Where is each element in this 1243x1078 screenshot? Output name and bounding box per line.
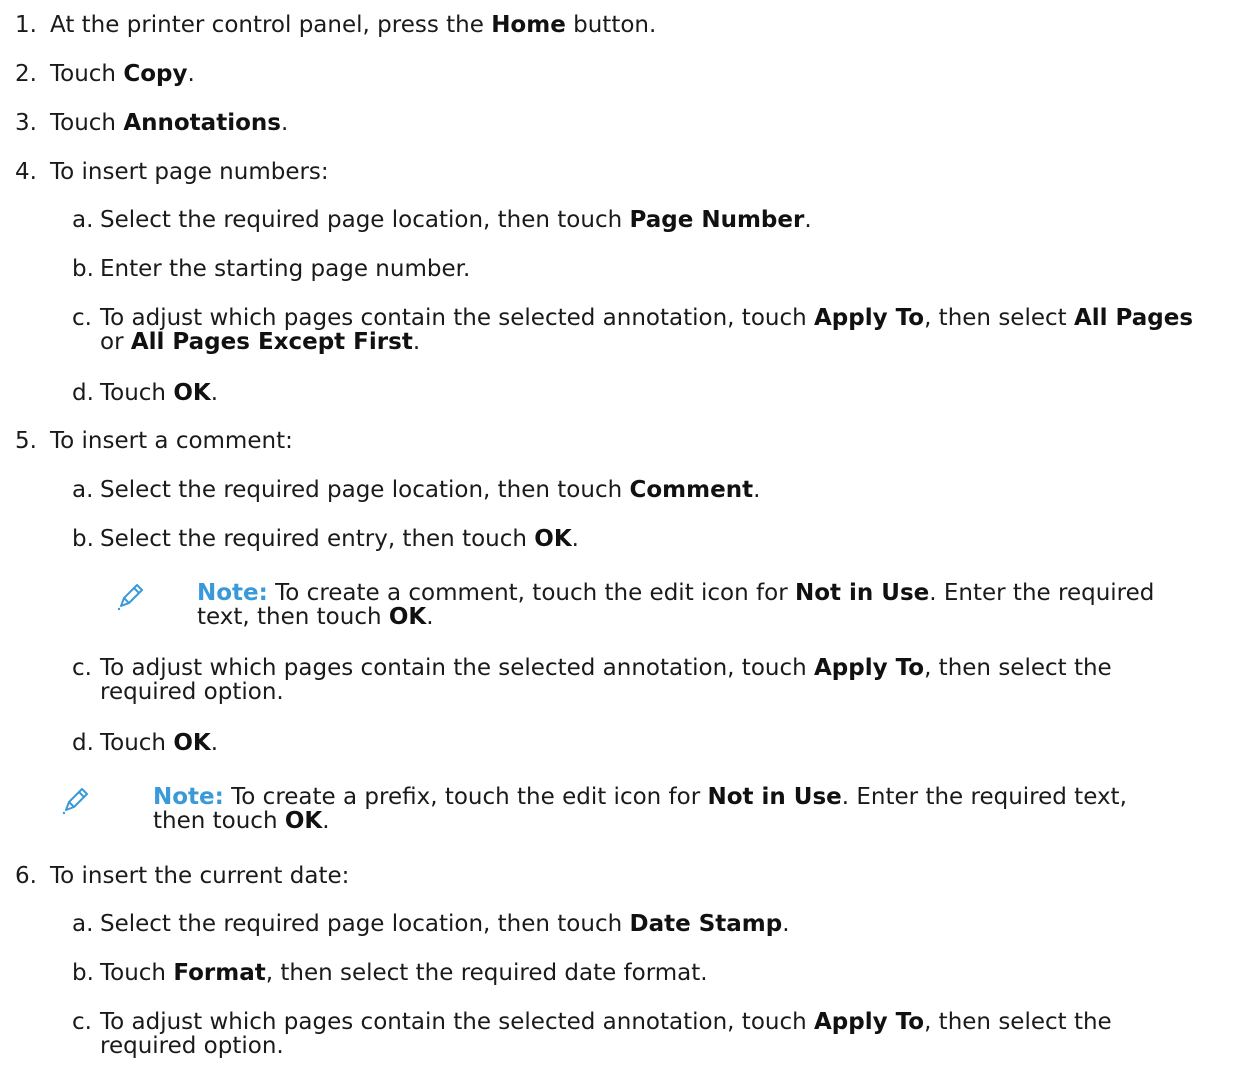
text: then touch <box>153 808 285 834</box>
text: Touch <box>50 61 124 87</box>
step-text: Touch Annotations. <box>50 108 288 138</box>
text: or <box>100 329 131 355</box>
ui-term: All Pages Except First <box>130 329 413 355</box>
substep-letter: c. <box>72 305 92 331</box>
text: . <box>280 110 289 136</box>
ui-term: OK <box>284 808 323 834</box>
text: , then select the <box>924 1009 1112 1035</box>
substep-letter: a. <box>72 477 94 503</box>
text: Select the required page location, then … <box>100 911 630 937</box>
text: Touch <box>100 730 174 756</box>
substep-text-line-2: required option. <box>100 679 284 705</box>
substep-text-line-2: required option. <box>100 1033 284 1059</box>
text: At the printer control panel, press the <box>50 12 492 38</box>
step-number: 2. <box>15 61 37 87</box>
text: . <box>412 329 421 355</box>
step-number: 1. <box>15 12 37 38</box>
pencil-icon <box>117 584 143 611</box>
text: Select the required entry, then touch <box>100 526 535 552</box>
text: Select the required page location, then … <box>100 207 630 233</box>
text: . Enter the required <box>929 580 1155 606</box>
text: , then select the required date format. <box>265 960 708 986</box>
text: Touch <box>100 380 174 406</box>
note-text-line-2: then touch OK. <box>153 806 330 836</box>
substep-letter: d. <box>72 380 94 406</box>
ui-term: Copy <box>123 61 188 87</box>
ui-term: Apply To <box>814 655 925 681</box>
substep-text: Select the required entry, then touch OK… <box>100 524 579 554</box>
substep-letter: b. <box>72 526 94 552</box>
text: Select the required page location, then … <box>100 477 630 503</box>
text: , then select the <box>924 655 1112 681</box>
text: . <box>210 380 219 406</box>
step-number: 5. <box>15 428 37 454</box>
substep-letter: c. <box>72 655 92 681</box>
ui-term: Home <box>491 12 566 38</box>
substep-letter: a. <box>72 207 94 233</box>
ui-term: Not in Use <box>794 580 930 606</box>
text: Touch <box>100 960 174 986</box>
text: button. <box>565 12 657 38</box>
ui-term: Page Number <box>629 207 805 233</box>
substep-text: Select the required page location, then … <box>100 205 812 235</box>
text: text, then touch <box>197 604 389 630</box>
note-text-line-2: text, then touch OK. <box>197 602 434 632</box>
substep-letter: b. <box>72 256 94 282</box>
substep-text: Touch Format, then select the required d… <box>100 958 708 988</box>
step-text: To insert page numbers: <box>50 159 329 185</box>
ui-term: Apply To <box>814 305 925 331</box>
ui-term: Format <box>173 960 266 986</box>
text: Touch <box>50 110 124 136</box>
ui-term: Comment <box>629 477 754 503</box>
step-text: At the printer control panel, press the … <box>50 10 656 40</box>
step-text: To insert a comment: <box>50 428 293 454</box>
ui-term: OK <box>173 380 211 406</box>
step-number: 4. <box>15 159 37 185</box>
step-number: 6. <box>15 863 37 889</box>
text: . <box>571 526 579 552</box>
step-text: To insert the current date: <box>50 863 350 889</box>
ui-term: OK <box>173 730 211 756</box>
ui-term: OK <box>534 526 572 552</box>
substep-text: Select the required page location, then … <box>100 909 790 939</box>
ui-term: OK <box>388 604 427 630</box>
text: , then select <box>924 305 1074 331</box>
substep-letter: d. <box>72 730 94 756</box>
text: . <box>210 730 219 756</box>
ui-term: Apply To <box>814 1009 925 1035</box>
text: . <box>804 207 812 233</box>
ui-term: Date Stamp <box>629 911 783 937</box>
text: . <box>426 604 434 630</box>
pencil-icon <box>62 788 88 815</box>
substep-letter: a. <box>72 911 94 937</box>
ui-term: Not in Use <box>707 784 842 810</box>
step-number: 3. <box>15 110 37 136</box>
ui-term: All Pages <box>1073 305 1194 331</box>
substep-text: Touch OK. <box>100 378 218 408</box>
substep-text: Enter the starting page number. <box>100 256 471 282</box>
substep-letter: b. <box>72 960 94 986</box>
substep-text-line-2: or All Pages Except First. <box>100 327 420 357</box>
text: . <box>187 61 195 87</box>
text: . <box>322 808 330 834</box>
text: . Enter the required text, <box>841 784 1127 810</box>
step-text: Touch Copy. <box>50 59 195 89</box>
substep-letter: c. <box>72 1009 92 1035</box>
ui-term: Annotations <box>123 110 281 136</box>
substep-text: Touch OK. <box>100 728 218 758</box>
substep-text: Select the required page location, then … <box>100 475 760 505</box>
text: . <box>782 911 790 937</box>
text: . <box>753 477 761 503</box>
